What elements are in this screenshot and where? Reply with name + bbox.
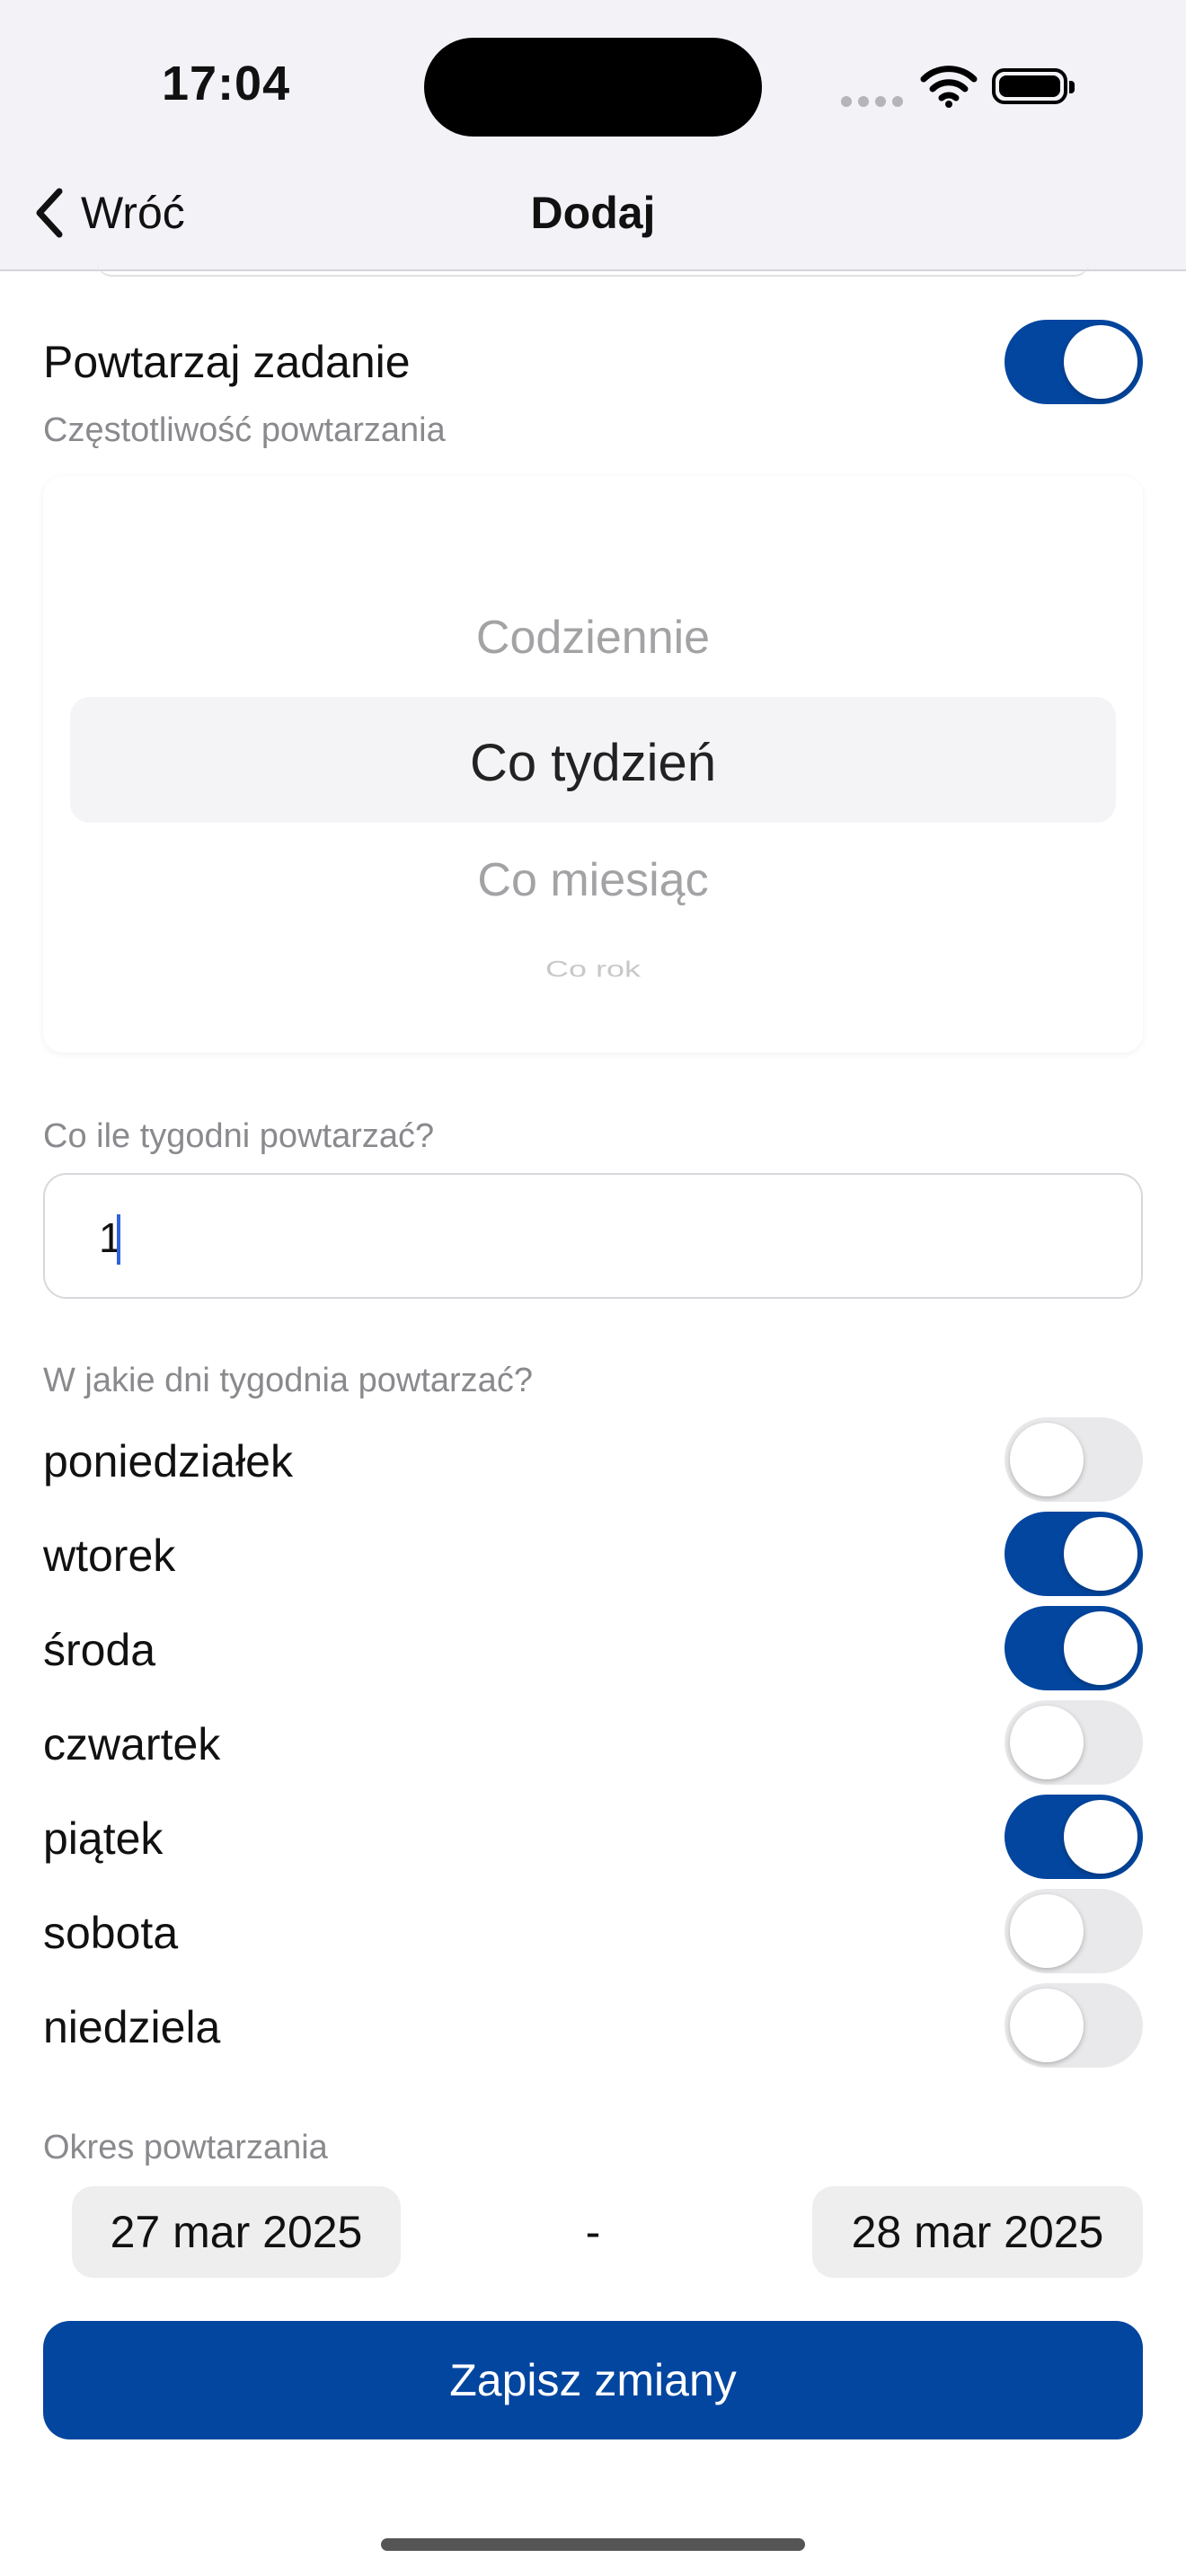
- picker-option-monthly[interactable]: Co miesiąc: [43, 853, 1143, 907]
- cellular-signal-icon: [841, 95, 909, 111]
- weekday-label-thursday: czwartek: [43, 1719, 221, 1769]
- period-caption: Okres powtarzania: [43, 2129, 328, 2166]
- start-date-button[interactable]: 27 mar 2025: [72, 2186, 401, 2278]
- picker-option-yearly[interactable]: Co rok: [43, 956, 1143, 982]
- weekday-toggle-monday[interactable]: [1005, 1417, 1143, 1502]
- weekdays-caption: W jakie dni tygodnia powtarzać?: [43, 1362, 533, 1399]
- weekday-label-tuesday: wtorek: [43, 1531, 176, 1581]
- weekday-toggle-friday[interactable]: [1005, 1795, 1143, 1879]
- weekday-label-friday: piątek: [43, 1813, 164, 1864]
- interval-input[interactable]: 1: [43, 1173, 1143, 1299]
- save-changes-button[interactable]: Zapisz zmiany: [43, 2321, 1143, 2439]
- repeat-task-toggle[interactable]: [1005, 320, 1143, 404]
- weekday-label-sunday: niedziela: [43, 2002, 221, 2052]
- weekday-label-wednesday: środa: [43, 1625, 156, 1675]
- text-caret: [117, 1214, 120, 1265]
- weekday-label-saturday: sobota: [43, 1908, 179, 1958]
- weekday-label-monday: poniedziałek: [43, 1436, 293, 1486]
- weekday-toggle-tuesday[interactable]: [1005, 1512, 1143, 1596]
- frequency-picker[interactable]: Codziennie Co tydzień Co miesiąc Co rok: [43, 476, 1143, 1053]
- dynamic-island: [424, 38, 762, 137]
- weekday-toggle-thursday[interactable]: [1005, 1700, 1143, 1785]
- picker-option-daily[interactable]: Codziennie: [43, 611, 1143, 665]
- interval-caption: Co ile tygodni powtarzać?: [43, 1117, 435, 1155]
- date-range-separator: -: [585, 2207, 601, 2257]
- battery-icon: [992, 68, 1075, 104]
- status-bar: 17:04: [0, 0, 1186, 160]
- weekday-toggle-wednesday[interactable]: [1005, 1606, 1143, 1690]
- picker-option-weekly[interactable]: Co tydzień: [43, 733, 1143, 793]
- wifi-icon: [920, 66, 978, 108]
- end-date-button[interactable]: 28 mar 2025: [812, 2186, 1143, 2278]
- previous-field-edge: [97, 260, 1089, 277]
- frequency-caption: Częstotliwość powtarzania: [43, 411, 446, 449]
- status-time: 17:04: [162, 57, 291, 110]
- weekday-toggle-sunday[interactable]: [1005, 1983, 1143, 2068]
- weekday-toggle-saturday[interactable]: [1005, 1889, 1143, 1973]
- chevron-left-icon: [36, 188, 63, 238]
- home-indicator[interactable]: [381, 2538, 805, 2551]
- navigation-bar: Dodaj Wróć: [0, 160, 1186, 271]
- repeat-task-label: Powtarzaj zadanie: [43, 337, 411, 387]
- back-button-label: Wróć: [81, 188, 185, 238]
- back-button[interactable]: Wróć: [32, 181, 185, 244]
